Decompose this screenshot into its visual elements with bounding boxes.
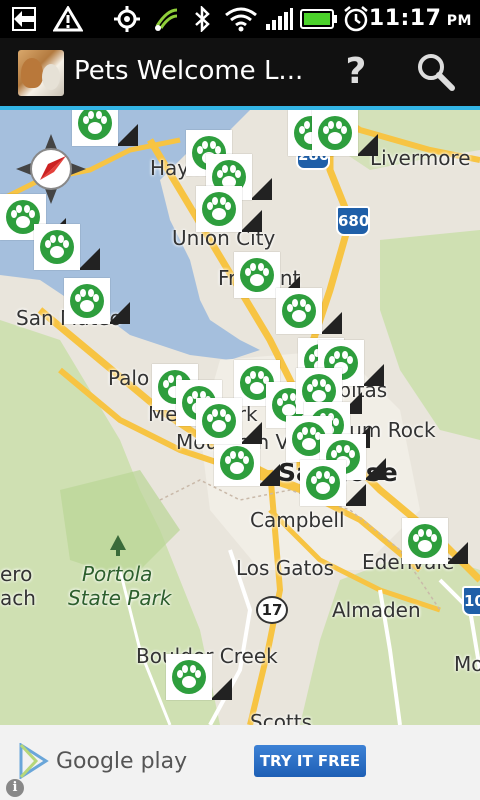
map-label-mo: Mo	[454, 652, 480, 676]
pet-place-marker[interactable]	[402, 518, 468, 578]
wifi-icon	[224, 6, 258, 32]
pet-place-marker[interactable]	[64, 278, 130, 338]
search-icon	[418, 54, 455, 91]
status-bar: 11:17 PM	[0, 0, 480, 38]
search-button[interactable]	[414, 50, 458, 94]
google-play-icon	[18, 742, 50, 783]
help-button[interactable]: ?	[336, 48, 376, 96]
map-label-scotts: Scotts	[250, 710, 313, 725]
action-bar: Pets Welcome L... ?	[0, 38, 480, 110]
paw-icon	[318, 116, 352, 150]
highway-17-shield: 17	[256, 596, 288, 624]
map-view[interactable]: Hayward Livermore Union City Fremont San…	[0, 110, 480, 725]
battery-icon	[300, 6, 338, 32]
gps-icon	[112, 6, 142, 32]
paw-icon	[202, 192, 236, 226]
paw-icon	[306, 466, 340, 500]
alarm-icon	[342, 6, 370, 32]
pet-place-marker[interactable]	[166, 654, 232, 714]
map-label-pescadero-2: ach	[0, 586, 36, 610]
pet-place-marker[interactable]	[300, 460, 366, 520]
paw-icon	[408, 524, 442, 558]
pet-place-marker[interactable]	[196, 186, 262, 246]
paw-icon	[282, 294, 316, 328]
highway-680-shield: 680	[336, 206, 370, 236]
signal-icon	[264, 6, 294, 32]
highway-101-shield: 101	[462, 586, 480, 616]
app-title: Pets Welcome L...	[74, 56, 304, 86]
bluetooth-icon	[192, 6, 212, 32]
status-time: 11:17 PM	[369, 6, 472, 31]
warning-icon	[52, 6, 84, 32]
paw-icon	[40, 230, 74, 264]
map-label-state-park: State Park	[68, 586, 172, 610]
pet-place-marker[interactable]	[72, 110, 138, 160]
pet-place-marker[interactable]	[312, 110, 378, 170]
ampm-text: PM	[446, 13, 472, 29]
time-text: 11:17	[368, 6, 442, 31]
paw-icon	[202, 404, 236, 438]
map-label-livermore: Livermore	[370, 146, 471, 170]
pet-place-marker[interactable]	[34, 224, 100, 284]
paw-icon	[172, 660, 206, 694]
app-logo[interactable]	[18, 50, 64, 96]
usb-debug-icon	[10, 6, 38, 32]
ad-info-icon[interactable]: i	[6, 779, 24, 797]
try-it-free-button[interactable]: TRY IT FREE	[254, 745, 366, 777]
ad-brand: Google play	[56, 749, 188, 774]
map-label-almaden: Almaden	[332, 598, 421, 622]
map-label-pescadero-1: ero	[0, 562, 33, 586]
map-label-los-gatos: Los Gatos	[236, 556, 335, 580]
paw-icon	[240, 258, 274, 292]
paw-icon	[70, 284, 104, 318]
ad-banner[interactable]: Google play TRY IT FREE i	[0, 725, 480, 800]
sync-icon	[152, 6, 182, 32]
paw-icon	[78, 110, 112, 140]
map-label-portola: Portola	[82, 562, 153, 586]
pet-place-marker[interactable]	[196, 398, 262, 458]
